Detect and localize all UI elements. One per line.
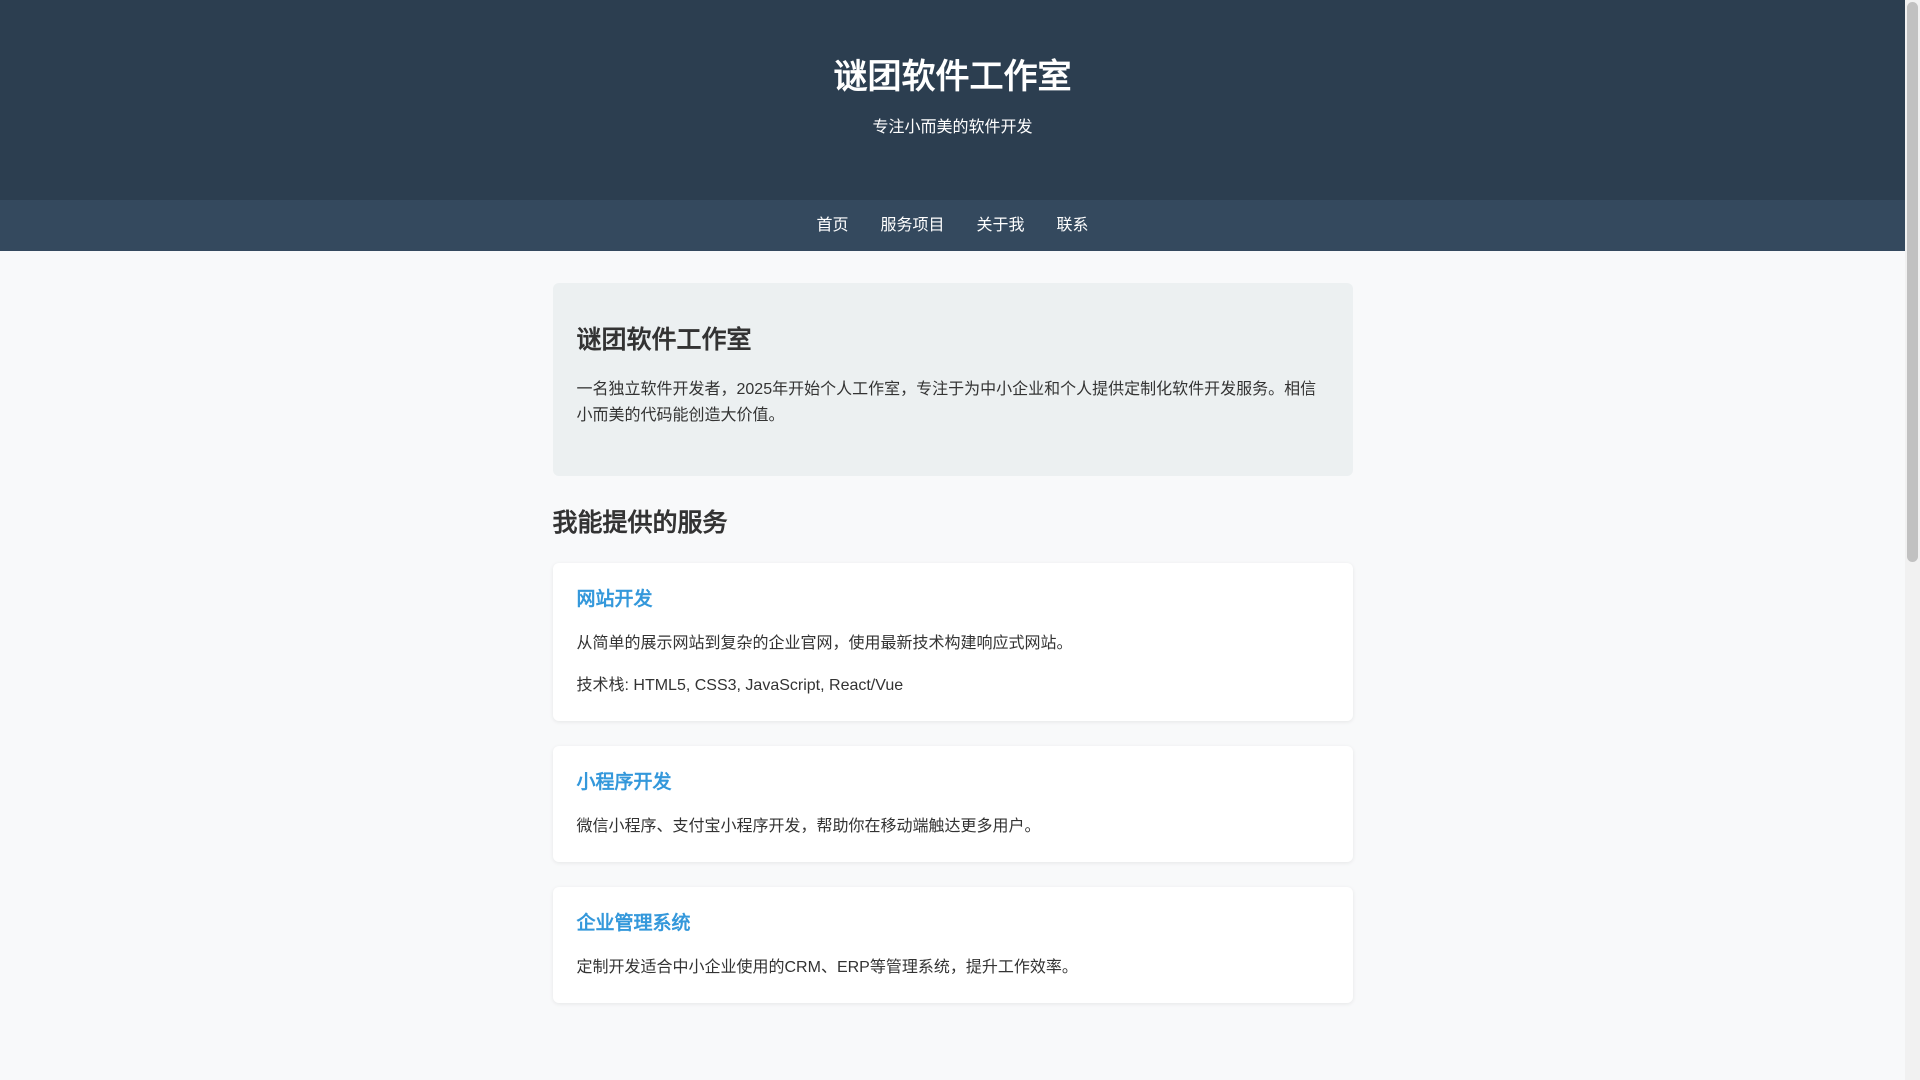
nav-link-services[interactable]: 服务项目: [880, 216, 944, 236]
site-subtitle: 专注小而美的软件开发: [872, 119, 1033, 136]
site-header: 谜团软件工作室 专注小而美的软件开发: [0, 0, 1905, 200]
service-description: 从简单的展示网站到复杂的企业官网，使用最新技术构建响应式网站。: [576, 635, 1073, 652]
page: 谜团软件工作室 专注小而美的软件开发 首页 服务项目 关于我 联系 谜团软件工作…: [0, 0, 1905, 1080]
service-card-web: 网站开发 从简单的展示网站到复杂的企业官网，使用最新技术构建响应式网站。 技术栈…: [552, 563, 1353, 721]
intro-section: 谜团软件工作室 一名独立软件开发者，2025年开始个人工作室，专注于为中小企业和…: [552, 283, 1353, 476]
nav-link-home[interactable]: 首页: [816, 216, 848, 236]
service-title: 小程序开发: [576, 772, 672, 793]
service-card-enterprise: 企业管理系统 定制开发适合中小企业使用的CRM、ERP等管理系统，提升工作效率。: [552, 887, 1353, 1003]
scrollbar-thumb[interactable]: [1907, 2, 1918, 562]
nav-link-contact[interactable]: 联系: [1057, 216, 1089, 236]
service-description: 微信小程序、支付宝小程序开发，帮助你在移动端触达更多用户。: [576, 818, 1041, 835]
service-card-miniprogram: 小程序开发 微信小程序、支付宝小程序开发，帮助你在移动端触达更多用户。: [552, 746, 1353, 862]
nav-link-about[interactable]: 关于我: [977, 216, 1025, 236]
service-description: 定制开发适合中小企业使用的CRM、ERP等管理系统，提升工作效率。: [576, 959, 1078, 976]
intro-title: 谜团软件工作室: [576, 326, 752, 354]
site-title: 谜团软件工作室: [833, 58, 1072, 96]
intro-text: 一名独立软件开发者，2025年开始个人工作室，专注于为中小企业和个人提供定制化软…: [576, 381, 1317, 424]
service-title: 企业管理系统: [576, 913, 691, 934]
service-title: 网站开发: [576, 589, 653, 610]
main-nav: 首页 服务项目 关于我 联系: [0, 200, 1905, 251]
page-scrollbar[interactable]: [1905, 0, 1920, 1080]
main-content: 谜团软件工作室 一名独立软件开发者，2025年开始个人工作室，专注于为中小企业和…: [552, 283, 1353, 1003]
service-tech-stack: 技术栈: HTML5, CSS3, JavaScript, React/Vue: [576, 677, 904, 694]
services-section-title: 我能提供的服务: [552, 509, 728, 537]
